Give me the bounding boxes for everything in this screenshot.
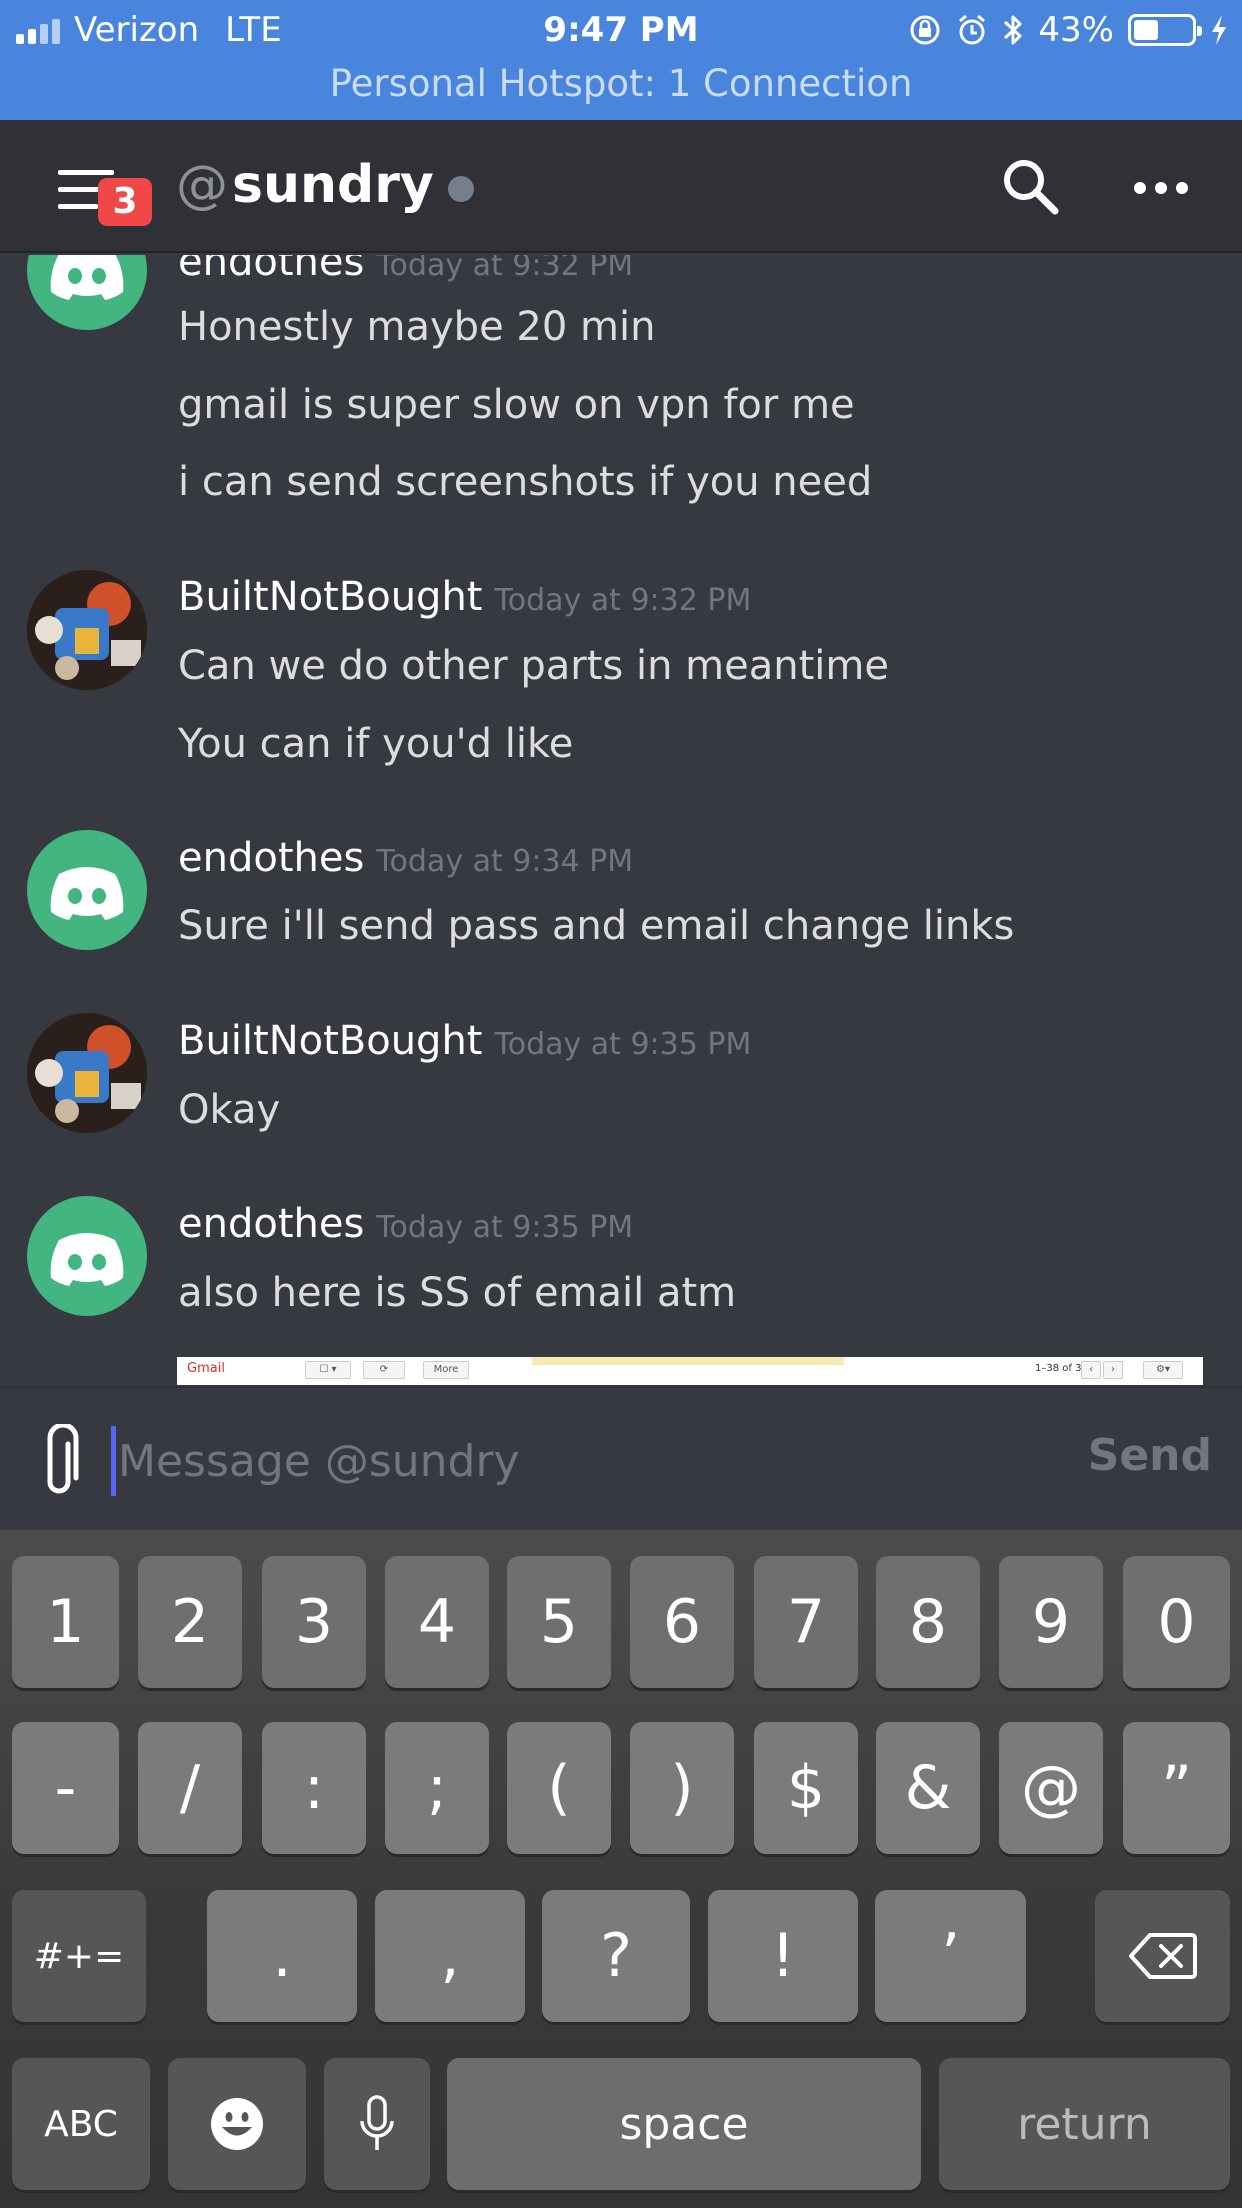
- key-5[interactable]: 5: [507, 1556, 611, 1688]
- key-6[interactable]: 6: [630, 1556, 734, 1688]
- key-semicolon[interactable]: ;: [385, 1722, 489, 1854]
- keyboard: 1 2 3 4 5 6 7 8 9 0 - / : ; ( ) $ & @ ” …: [0, 1530, 1242, 2208]
- key-apostrophe[interactable]: ’: [875, 1890, 1026, 2022]
- message-timestamp: Today at 9:35 PM: [376, 1210, 634, 1245]
- key-9[interactable]: 9: [999, 1556, 1103, 1688]
- key-1[interactable]: 1: [12, 1556, 119, 1688]
- key-3[interactable]: 3: [262, 1556, 366, 1688]
- offline-status-icon: [447, 176, 474, 202]
- user-avatar-image: [27, 570, 147, 690]
- image-attachment[interactable]: Gmail ☐ ▾ ⟳ More 1–38 of 38 ‹ › ⚙▾: [177, 1357, 1203, 1385]
- discord-avatar[interactable]: [27, 830, 147, 950]
- message-timestamp: Today at 9:32 PM: [376, 255, 634, 283]
- key-comma[interactable]: ,: [375, 1890, 525, 2022]
- charging-icon: [1212, 15, 1226, 45]
- message-author[interactable]: endothes Today at 9:35 PM: [178, 1201, 633, 1247]
- attachment-select-button: ☐ ▾: [305, 1361, 351, 1379]
- message-text: Can we do other parts in meantime: [178, 643, 889, 689]
- key-ampersand[interactable]: &: [876, 1722, 980, 1854]
- message-text: Honestly maybe 20 min: [178, 304, 656, 350]
- search-icon[interactable]: [1000, 156, 1060, 216]
- discord-logo-icon: [50, 255, 124, 300]
- key-exclaim[interactable]: !: [708, 1890, 858, 2022]
- message-composer: Send: [0, 1386, 1242, 1530]
- key-symbols[interactable]: #+=: [12, 1890, 146, 2022]
- channel-header: 3 @ sundry: [0, 120, 1242, 253]
- message-author[interactable]: endothes Today at 9:34 PM: [178, 835, 633, 881]
- channel-title[interactable]: @ sundry: [176, 155, 474, 215]
- user-avatar[interactable]: [27, 570, 147, 690]
- text-caret: [111, 1426, 116, 1496]
- key-abc[interactable]: ABC: [12, 2058, 150, 2190]
- message-text: Okay: [178, 1087, 281, 1133]
- key-close-paren[interactable]: ): [630, 1722, 734, 1854]
- battery-percent: 43%: [1038, 10, 1114, 50]
- message-text: also here is SS of email atm: [178, 1270, 737, 1316]
- return-key[interactable]: return: [939, 2058, 1230, 2190]
- attachment-settings-icon: ⚙▾: [1143, 1361, 1183, 1379]
- alarm-icon: [959, 14, 986, 45]
- dictation-key[interactable]: [324, 2058, 430, 2190]
- user-avatar-image: [27, 1013, 147, 1133]
- attachment-refresh-icon: ⟳: [363, 1361, 405, 1379]
- discord-avatar[interactable]: [27, 1196, 147, 1316]
- send-button[interactable]: Send: [1088, 1430, 1212, 1481]
- key-period[interactable]: .: [207, 1890, 357, 2022]
- key-slash[interactable]: /: [138, 1722, 242, 1854]
- discord-logo-icon: [50, 867, 124, 920]
- key-8[interactable]: 8: [876, 1556, 980, 1688]
- message-text: Sure i'll send pass and email change lin…: [178, 903, 1015, 949]
- backspace-icon: [1128, 1933, 1197, 1979]
- space-key[interactable]: space: [447, 2058, 921, 2190]
- message-text: You can if you'd like: [178, 721, 574, 767]
- attachment-next-icon: ›: [1103, 1361, 1123, 1379]
- at-symbol: @: [176, 155, 228, 215]
- backspace-key[interactable]: [1095, 1890, 1230, 2022]
- key-7[interactable]: 7: [754, 1556, 858, 1688]
- bluetooth-icon: [1004, 15, 1022, 45]
- key-open-paren[interactable]: (: [507, 1722, 611, 1854]
- attachment-banner: [532, 1357, 844, 1365]
- key-question[interactable]: ?: [542, 1890, 690, 2022]
- message-author[interactable]: BuiltNotBought Today at 9:32 PM: [178, 574, 751, 620]
- emoji-key[interactable]: [168, 2058, 306, 2190]
- attachment-more-button: More: [423, 1361, 469, 1379]
- unread-badge: 3: [98, 178, 152, 226]
- message-author[interactable]: endothes Today at 9:32 PM: [178, 255, 633, 285]
- message-timestamp: Today at 9:32 PM: [494, 583, 752, 618]
- attachment-gmail-label: Gmail: [187, 1361, 225, 1376]
- key-2[interactable]: 2: [138, 1556, 242, 1688]
- key-4[interactable]: 4: [385, 1556, 489, 1688]
- message-timestamp: Today at 9:34 PM: [376, 844, 634, 879]
- attachment-range: 1–38 of 38: [1035, 1363, 1088, 1374]
- message-list[interactable]: endothes Today at 9:32 PM Honestly maybe …: [0, 255, 1242, 1385]
- message-author[interactable]: BuiltNotBought Today at 9:35 PM: [178, 1018, 751, 1064]
- key-dollar[interactable]: $: [754, 1722, 858, 1854]
- key-0[interactable]: 0: [1123, 1556, 1230, 1688]
- message-text: i can send screenshots if you need: [178, 459, 873, 505]
- user-avatar[interactable]: [27, 1013, 147, 1133]
- attachment-clip-icon[interactable]: [36, 1424, 82, 1500]
- battery-icon: [1128, 14, 1202, 46]
- microphone-icon: [360, 2095, 394, 2150]
- message-text: gmail is super slow on vpn for me: [178, 382, 855, 428]
- attachment-prev-icon: ‹: [1081, 1361, 1101, 1379]
- emoji-icon: [211, 2098, 263, 2150]
- key-quote[interactable]: ”: [1123, 1722, 1230, 1854]
- key-at[interactable]: @: [999, 1722, 1103, 1854]
- discord-logo-icon: [50, 1233, 124, 1286]
- status-bar: Verizon LTE 9:47 PM 43% Personal Hotspot…: [0, 0, 1242, 120]
- message-timestamp: Today at 9:35 PM: [494, 1027, 752, 1062]
- message-input[interactable]: [118, 1422, 1018, 1500]
- more-icon[interactable]: [1134, 182, 1188, 194]
- orientation-lock-icon: [910, 15, 940, 45]
- hotspot-banner[interactable]: Personal Hotspot: 1 Connection: [0, 62, 1242, 105]
- key-colon[interactable]: :: [262, 1722, 366, 1854]
- key-hyphen[interactable]: -: [12, 1722, 119, 1854]
- discord-avatar[interactable]: [27, 255, 147, 330]
- channel-name: sundry: [232, 155, 434, 215]
